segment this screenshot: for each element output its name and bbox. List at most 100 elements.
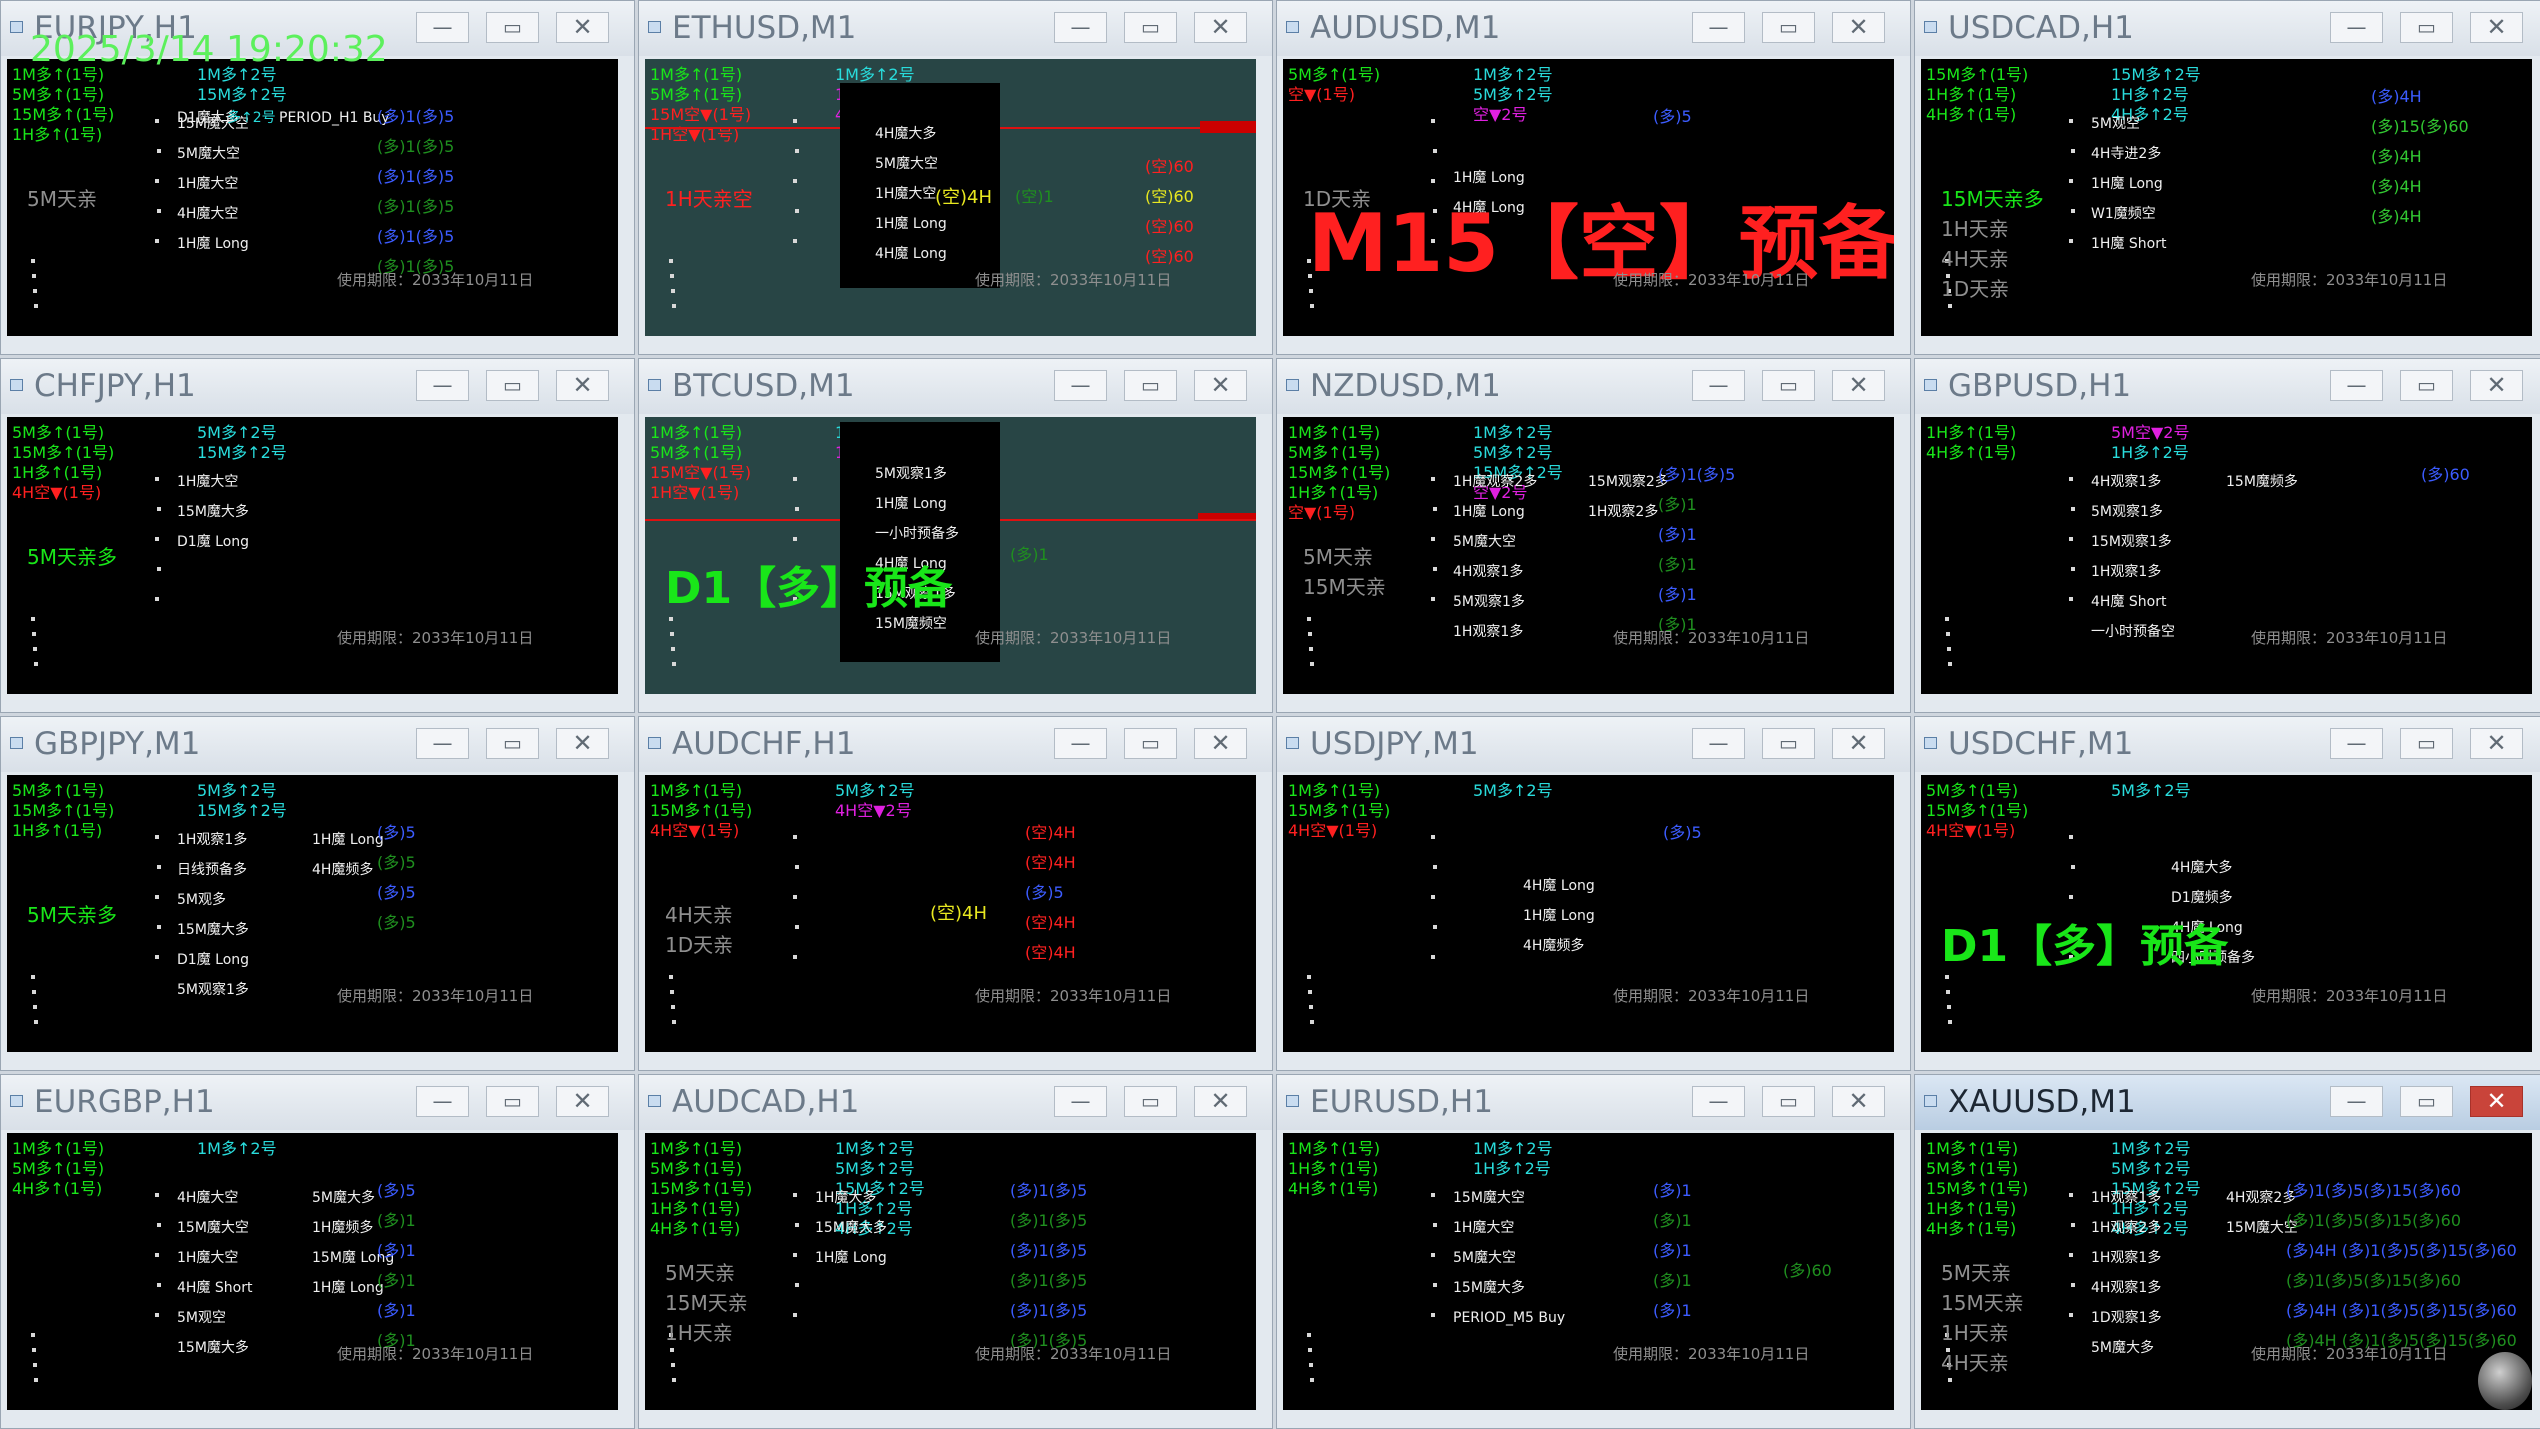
chart-canvas[interactable]: 1M多↑(1号) 15M多↑(1号) 4H空▼(1号) 5M多↑2号 4H空▼2号 4H天… — [645, 775, 1256, 1052]
maximize-button[interactable]: ▭ — [1762, 728, 1815, 759]
window-titlebar[interactable]: ETHUSD,M1 — ▭ ✕ — [639, 1, 1272, 56]
maximize-button[interactable]: ▭ — [1124, 12, 1177, 43]
window-titlebar[interactable]: USDCAD,H1 — ▭ ✕ — [1915, 1, 2540, 56]
close-button[interactable]: ✕ — [1194, 728, 1247, 759]
minimize-button[interactable]: — — [416, 370, 469, 401]
maximize-button[interactable]: ▭ — [1762, 1086, 1815, 1117]
close-button[interactable]: ✕ — [2470, 1086, 2523, 1117]
window-titlebar[interactable]: USDJPY,M1 — ▭ ✕ — [1277, 717, 1910, 772]
maximize-button[interactable]: ▭ — [1762, 12, 1815, 43]
close-button[interactable]: ✕ — [2470, 728, 2523, 759]
chart-window-audusd-m1[interactable]: AUDUSD,M1 — ▭ ✕ 5M多↑(1号) 空▼(1号) 1M多↑2号 5M多↑2号 空▼… — [1276, 0, 1911, 355]
window-titlebar[interactable]: EURGBP,H1 — ▭ ✕ — [1, 1075, 634, 1130]
close-button[interactable]: ✕ — [1832, 1086, 1885, 1117]
close-button[interactable]: ✕ — [1832, 12, 1885, 43]
chart-canvas[interactable]: 5M多↑(1号) 15M多↑(1号) 1H多↑(1号) 4H空▼(1号) 5M多↑2号 1… — [7, 417, 618, 694]
chart-window-btcusd-m1[interactable]: BTCUSD,M1 — ▭ ✕ 1M多↑(1号) 5M多↑(1号) 15M空▼(1号) 1H空… — [638, 358, 1273, 713]
close-button[interactable]: ✕ — [1194, 370, 1247, 401]
chart-canvas[interactable]: 5M多↑(1号) 空▼(1号) 1M多↑2号 5M多↑2号 空▼2号 1H魔 Long 4H… — [1283, 59, 1894, 336]
window-titlebar[interactable]: AUDCHF,H1 — ▭ ✕ — [639, 717, 1272, 772]
close-button[interactable]: ✕ — [2470, 370, 2523, 401]
chart-canvas[interactable]: 1M多↑(1号) 5M多↑(1号) 15M多↑(1号) 1H多↑(1号) 1M多↑2号 1… — [7, 59, 618, 336]
close-button[interactable]: ✕ — [1194, 1086, 1247, 1117]
chart-window-eurusd-h1[interactable]: EURUSD,H1— ▭ ✕ 1M多↑(1号) 1H多↑(1号) 4H多↑(1号) 1M多↑… — [1276, 1074, 1911, 1429]
maximize-button[interactable]: ▭ — [1762, 370, 1815, 401]
chart-window-usdchf-m1[interactable]: USDCHF,M1— ▭ ✕ 5M多↑(1号) 15M多↑(1号) 4H空▼(1号) 5M多… — [1914, 716, 2540, 1071]
maximize-button[interactable]: ▭ — [486, 12, 539, 43]
maximize-button[interactable]: ▭ — [2400, 1086, 2453, 1117]
maximize-button[interactable]: ▭ — [1124, 370, 1177, 401]
window-titlebar[interactable]: GBPUSD,H1 — ▭ ✕ — [1915, 359, 2540, 414]
chart-canvas[interactable]: 5M多↑(1号) 15M多↑(1号) 4H空▼(1号) 5M多↑2号 4H魔大多 D1魔频… — [1921, 775, 2532, 1052]
chart-canvas[interactable]: 15M多↑(1号) 1H多↑(1号) 4H多↑(1号) 15M多↑2号 1H多↑2号 4H… — [1921, 59, 2532, 336]
chart-window-gbpusd-h1[interactable]: GBPUSD,H1 — ▭ ✕ 1H多↑(1号) 4H多↑(1号) 5M空▼2号 1H多↑2号… — [1914, 358, 2540, 713]
close-button[interactable]: ✕ — [1832, 728, 1885, 759]
maximize-button[interactable]: ▭ — [1124, 728, 1177, 759]
chart-window-chfjpy-h1[interactable]: CHFJPY,H1 — ▭ ✕ 5M多↑(1号) 15M多↑(1号) 1H多↑(1号) 4H空… — [0, 358, 635, 713]
maximize-button[interactable]: ▭ — [2400, 370, 2453, 401]
chart-canvas[interactable]: 1H多↑(1号) 4H多↑(1号) 5M空▼2号 1H多↑2号 4H观察1多 5M观察1多… — [1921, 417, 2532, 694]
chart-canvas[interactable]: 1M多↑(1号) 1H多↑(1号) 4H多↑(1号) 1M多↑2号 1H多↑2号 15M魔… — [1283, 1133, 1894, 1410]
dot-marker — [2071, 567, 2075, 571]
chart-window-audcad-h1[interactable]: AUDCAD,H1 — ▭ ✕ 1M多↑(1号) 5M多↑(1号) 15M多↑(1号) 1H多… — [638, 1074, 1273, 1429]
close-button[interactable]: ✕ — [556, 728, 609, 759]
minimize-button[interactable]: — — [416, 12, 469, 43]
minimize-button[interactable]: — — [2330, 1086, 2383, 1117]
window-titlebar[interactable]: AUDUSD,M1 — ▭ ✕ — [1277, 1, 1910, 56]
maximize-button[interactable]: ▭ — [486, 1086, 539, 1117]
chart-canvas[interactable]: 1M多↑(1号) 5M多↑(1号) 15M多↑(1号) 1H多↑(1号) 空▼(1号) 1… — [1283, 417, 1894, 694]
minimize-button[interactable]: — — [1054, 12, 1107, 43]
chart-window-audchf-h1[interactable]: AUDCHF,H1 — ▭ ✕ 1M多↑(1号) 15M多↑(1号) 4H空▼(1号) 5M多… — [638, 716, 1273, 1071]
maximize-button[interactable]: ▭ — [2400, 12, 2453, 43]
chart-window-nzdusd-m1[interactable]: NZDUSD,M1 — ▭ ✕ 1M多↑(1号) 5M多↑(1号) 15M多↑(1号) 1H多… — [1276, 358, 1911, 713]
maximize-button[interactable]: ▭ — [486, 728, 539, 759]
minimize-button[interactable]: — — [2330, 12, 2383, 43]
chart-canvas[interactable]: 1M多↑(1号) 5M多↑(1号) 15M多↑(1号) 1H多↑(1号) 4H多↑(1号… — [1921, 1133, 2532, 1410]
minimize-button[interactable]: — — [1692, 12, 1745, 43]
maximize-button[interactable]: ▭ — [1124, 1086, 1177, 1117]
chart-window-ethusd-m1[interactable]: ETHUSD,M1 — ▭ ✕ 1M多↑(1号) 5M多↑(1号) 15M空▼(1号) 1H空… — [638, 0, 1273, 355]
minimize-button[interactable]: — — [416, 728, 469, 759]
chart-canvas[interactable]: 1M多↑(1号) 15M多↑(1号) 4H空▼(1号) 5M多↑2号 4H魔 Long 1… — [1283, 775, 1894, 1052]
close-button[interactable]: ✕ — [556, 12, 609, 43]
chart-canvas[interactable]: 1M多↑(1号) 5M多↑(1号) 15M多↑(1号) 1H多↑(1号) 4H多↑(1号… — [645, 1133, 1256, 1410]
maximize-button[interactable]: ▭ — [2400, 728, 2453, 759]
minimize-button[interactable]: — — [1054, 1086, 1107, 1117]
close-button[interactable]: ✕ — [1832, 370, 1885, 401]
close-button[interactable]: ✕ — [556, 370, 609, 401]
close-button[interactable]: ✕ — [1194, 12, 1247, 43]
minimize-button[interactable]: — — [1054, 370, 1107, 401]
window-titlebar[interactable]: USDCHF,M1 — ▭ ✕ — [1915, 717, 2540, 772]
minimize-button[interactable]: — — [2330, 370, 2383, 401]
window-titlebar[interactable]: NZDUSD,M1 — ▭ ✕ — [1277, 359, 1910, 414]
minimize-button[interactable]: — — [1692, 728, 1745, 759]
chart-window-gbpjpy-m1[interactable]: GBPJPY,M1— ▭ ✕ 5M多↑(1号) 15M多↑(1号) 1H多↑(1号) 5M多… — [0, 716, 635, 1071]
status-tier2-label: 1H多↑2号 — [1473, 1159, 1551, 1178]
window-titlebar[interactable]: GBPJPY,M1 — ▭ ✕ — [1, 717, 634, 772]
minimize-button[interactable]: — — [1692, 370, 1745, 401]
minimize-button[interactable]: — — [2330, 728, 2383, 759]
chart-window-eurgbp-h1[interactable]: EURGBP,H1— ▭ ✕ 1M多↑(1号) 5M多↑(1号) 4H多↑(1号) 1M多↑… — [0, 1074, 635, 1429]
minimize-button[interactable]: — — [1054, 728, 1107, 759]
window-titlebar[interactable]: CHFJPY,H1 — ▭ ✕ — [1, 359, 634, 414]
chart-window-usdcad-h1[interactable]: USDCAD,H1— ▭ ✕ 15M多↑(1号) 1H多↑(1号) 4H多↑(1号) 15M… — [1914, 0, 2540, 355]
state-label: 15M天亲 — [665, 1291, 748, 1315]
chart-canvas[interactable]: 1M多↑(1号) 5M多↑(1号) 4H多↑(1号) 1M多↑2号 4H魔大空 15M魔大… — [7, 1133, 618, 1410]
dot-marker — [1433, 925, 1437, 929]
window-titlebar[interactable]: BTCUSD,M1 — ▭ ✕ — [639, 359, 1272, 414]
minimize-button[interactable]: — — [1692, 1086, 1745, 1117]
window-title: ETHUSD,M1 — [672, 10, 857, 46]
status-tier1-label: 空▼(1号) — [1288, 85, 1355, 104]
chart-canvas[interactable]: 1M多↑(1号)5M多↑(1号)15M空▼(1号)1H空▼(1号)1M多↑2号1… — [645, 59, 1256, 336]
window-titlebar[interactable]: EURUSD,H1 — ▭ ✕ — [1277, 1075, 1910, 1130]
chart-window-usdjpy-m1[interactable]: USDJPY,M1 — ▭ ✕ 1M多↑(1号) 15M多↑(1号) 4H空▼(1号) 5M多… — [1276, 716, 1911, 1071]
chart-window-xauusd-m1[interactable]: XAUUSD,M1 — ▭ ✕ 1M多↑(1号) 5M多↑(1号) 15M多↑(1号) 1H多… — [1914, 1074, 2540, 1429]
maximize-button[interactable]: ▭ — [486, 370, 539, 401]
chart-canvas[interactable]: 1M多↑(1号)5M多↑(1号)15M空▼(1号)1H空▼(1号)1M多↑2号1… — [645, 417, 1256, 694]
close-button[interactable]: ✕ — [2470, 12, 2523, 43]
window-titlebar[interactable]: AUDCAD,H1 — ▭ ✕ — [639, 1075, 1272, 1130]
minimize-button[interactable]: — — [416, 1086, 469, 1117]
window-titlebar[interactable]: XAUUSD,M1 — ▭ ✕ — [1915, 1075, 2540, 1130]
chart-canvas[interactable]: 5M多↑(1号) 15M多↑(1号) 1H多↑(1号) 5M多↑2号 15M多↑2号 1H… — [7, 775, 618, 1052]
close-button[interactable]: ✕ — [556, 1086, 609, 1117]
